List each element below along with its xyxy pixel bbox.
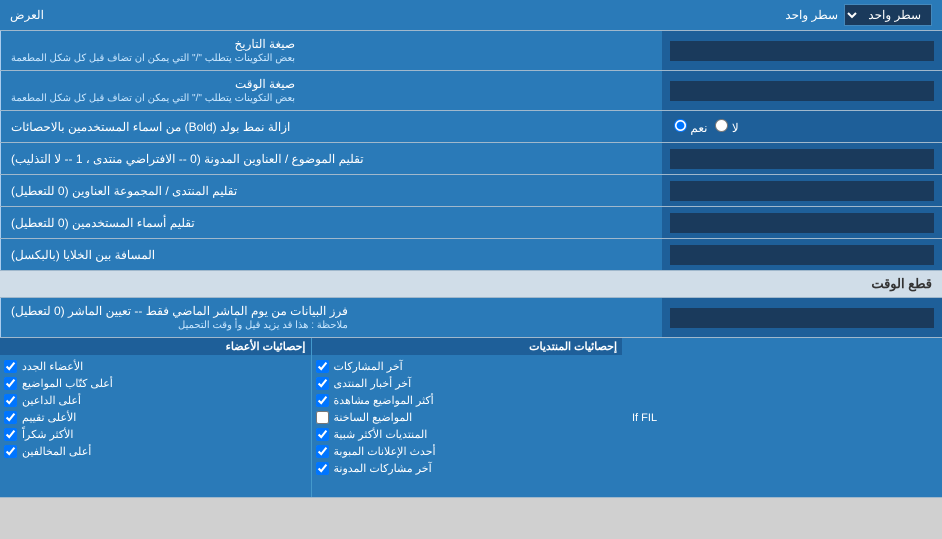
cell-spacing-row: 2 المسافة بين الخلايا (بالبكسل) xyxy=(0,239,942,271)
bold-remove-input-container: لا نعم xyxy=(662,111,942,142)
hot-topics-checkbox[interactable] xyxy=(316,411,329,424)
topic-count-row: 33 تقليم الموضوع / العناوين المدونة (0 -… xyxy=(0,143,942,175)
stats-section: If FIL إحصائيات المنتديات آخر المشاركات … xyxy=(0,338,942,498)
cutoff-days-input[interactable]: 0 xyxy=(670,308,934,328)
most-thanked-checkbox[interactable] xyxy=(4,428,17,441)
bold-yes-radio[interactable] xyxy=(674,119,687,132)
top-rated-checkbox[interactable] xyxy=(4,411,17,424)
top-writers-checkbox[interactable] xyxy=(4,377,17,390)
bold-remove-radio-group: لا نعم xyxy=(670,117,934,137)
most-viewed-checkbox[interactable] xyxy=(316,394,329,407)
time-format-input-container: H:i xyxy=(662,71,942,110)
top-violators-checkbox[interactable] xyxy=(4,445,17,458)
bold-no-radio[interactable] xyxy=(715,119,728,132)
member-stats-col: إحصائيات الأعضاء الأعضاء الجدد أعلى كتّا… xyxy=(0,338,311,497)
username-count-row: 0 تقليم أسماء المستخدمين (0 للتعطيل) xyxy=(0,207,942,239)
top-violators-item: أعلى المخالفين xyxy=(0,443,311,460)
cell-spacing-label: المسافة بين الخلايا (بالبكسل) xyxy=(0,239,662,270)
popular-forums-item: المنتديات الأكثر شبية xyxy=(312,426,623,443)
bold-remove-row: لا نعم ازالة نمط بولد (Bold) من اسماء ال… xyxy=(0,111,942,143)
cutoff-days-label: فرز البيانات من يوم الماشر الماضي فقط --… xyxy=(0,298,662,337)
topic-count-label: تقليم الموضوع / العناوين المدونة (0 -- ا… xyxy=(0,143,662,174)
topic-count-input[interactable]: 33 xyxy=(670,149,934,169)
header-row: سطر واحدسطرينثلاثة أسطر سطر واحد العرض xyxy=(0,0,942,31)
cell-spacing-input[interactable]: 2 xyxy=(670,245,934,265)
top-rated-item: الأعلى تقييم xyxy=(0,409,311,426)
username-count-input[interactable]: 0 xyxy=(670,213,934,233)
popular-forums-checkbox[interactable] xyxy=(316,428,329,441)
top-inviters-checkbox[interactable] xyxy=(4,394,17,407)
forum-count-input-container: 33 xyxy=(662,175,942,206)
time-format-label: صيغة الوقت بعض التكوينات يتطلب "/" التي … xyxy=(0,71,662,110)
last-blog-posts-checkbox[interactable] xyxy=(316,462,329,475)
top-inviters-item: أعلى الداعين xyxy=(0,392,311,409)
bold-no-label: لا xyxy=(715,119,738,135)
date-format-input[interactable]: d-m xyxy=(670,41,934,61)
forum-count-input[interactable]: 33 xyxy=(670,181,934,201)
bold-yes-label: نعم xyxy=(674,119,707,135)
date-format-input-container: d-m xyxy=(662,31,942,70)
forum-count-row: 33 تقليم المنتدى / المجموعة العناوين (0 … xyxy=(0,175,942,207)
latest-classified-item: أحدث الإعلانات المبوبة xyxy=(312,443,623,460)
username-count-input-container: 0 xyxy=(662,207,942,238)
top-writers-item: أعلى كتّاب المواضيع xyxy=(0,375,311,392)
time-format-row: H:i صيغة الوقت بعض التكوينات يتطلب "/" ا… xyxy=(0,71,942,111)
member-stats-header: إحصائيات الأعضاء xyxy=(0,338,311,355)
stats-right-label: If FIL xyxy=(622,338,942,497)
cutoff-days-row: 0 فرز البيانات من يوم الماشر الماضي فقط … xyxy=(0,298,942,338)
hot-topics-item: المواضيع الساخنة xyxy=(312,409,623,426)
last-posts-checkbox[interactable] xyxy=(316,360,329,373)
username-count-label: تقليم أسماء المستخدمين (0 للتعطيل) xyxy=(0,207,662,238)
forum-count-label: تقليم المنتدى / المجموعة العناوين (0 للت… xyxy=(0,175,662,206)
forum-stats-col: إحصائيات المنتديات آخر المشاركات آخر أخب… xyxy=(311,338,623,497)
bold-remove-label: ازالة نمط بولد (Bold) من اسماء المستخدمي… xyxy=(0,111,662,142)
new-members-checkbox[interactable] xyxy=(4,360,17,373)
cell-spacing-input-container: 2 xyxy=(662,239,942,270)
lines-select-label: سطر واحد xyxy=(785,8,838,22)
page-title: العرض xyxy=(10,8,44,22)
date-format-label: صيغة التاريخ بعض التكوينات يتطلب "/" الت… xyxy=(0,31,662,70)
most-viewed-item: أكثر المواضيع مشاهدة xyxy=(312,392,623,409)
date-format-row: d-m صيغة التاريخ بعض التكوينات يتطلب "/"… xyxy=(0,31,942,71)
lines-select[interactable]: سطر واحدسطرينثلاثة أسطر xyxy=(844,4,932,26)
last-forum-news-item: آخر أخبار المنتدى xyxy=(312,375,623,392)
most-thanked-item: الأكثر شكراً xyxy=(0,426,311,443)
last-blog-posts-item: آخر مشاركات المدونة xyxy=(312,460,623,477)
latest-classified-checkbox[interactable] xyxy=(316,445,329,458)
forum-stats-header: إحصائيات المنتديات xyxy=(312,338,623,355)
last-forum-news-checkbox[interactable] xyxy=(316,377,329,390)
cutoff-section-header: قطع الوقت xyxy=(0,271,942,298)
topic-count-input-container: 33 xyxy=(662,143,942,174)
cutoff-days-input-container: 0 xyxy=(662,298,942,337)
time-format-input[interactable]: H:i xyxy=(670,81,934,101)
last-posts-item: آخر المشاركات xyxy=(312,358,623,375)
new-members-item: الأعضاء الجدد xyxy=(0,358,311,375)
